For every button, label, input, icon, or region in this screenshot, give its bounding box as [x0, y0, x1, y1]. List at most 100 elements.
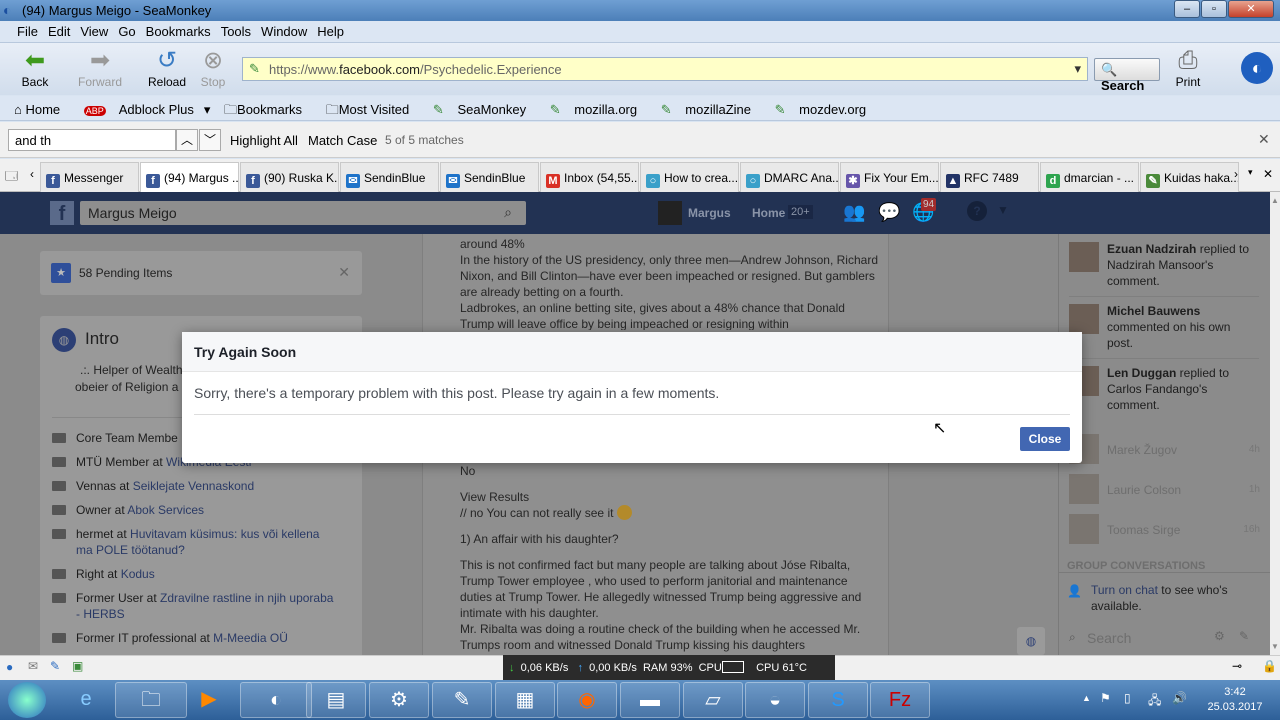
find-input[interactable]: and th [8, 129, 176, 151]
taskbar-filezilla-icon[interactable]: Fz [870, 682, 930, 718]
tab[interactable]: ✉ SendinBlue [340, 162, 439, 192]
print-button[interactable]: ⎙ Print [1165, 47, 1211, 89]
tab[interactable]: ○ How to crea... [640, 162, 739, 192]
taskbar-firefox-icon[interactable]: ◉ [557, 682, 617, 718]
find-previous-button[interactable]: ︿ [176, 129, 198, 151]
turn-on-chat-link[interactable]: Turn on chat [1091, 583, 1158, 597]
friend-requests-icon[interactable]: 👥 [843, 202, 865, 223]
reload-button[interactable]: ↺ Reload [144, 47, 190, 89]
taskbar-monitor-app-icon[interactable]: ▤ [306, 682, 366, 718]
home-link[interactable]: Home [752, 206, 785, 220]
mail-icon[interactable]: ✉ [28, 659, 38, 673]
taskbar-notepad-icon[interactable]: ✎ [432, 682, 492, 718]
forward-button[interactable]: ➡ Forward [77, 47, 123, 89]
volume-icon[interactable]: 🔊 [1172, 691, 1187, 705]
taskbar-browser-icon[interactable]: ◒ [745, 682, 805, 718]
chat-contact-name[interactable]: Laurie Colson [1107, 483, 1181, 497]
notification-avatar[interactable] [1069, 304, 1099, 334]
minimize-button[interactable]: – [1174, 0, 1200, 18]
tab[interactable]: ✱ Fix Your Em... [840, 162, 939, 192]
help-icon[interactable]: ? [967, 201, 987, 221]
profile-avatar[interactable] [658, 201, 682, 225]
notification-item[interactable]: Len Duggan replied to Carlos Fandango's … [1107, 365, 1257, 413]
scroll-tabs-right[interactable]: › [1234, 167, 1238, 181]
tab[interactable]: M Inbox (54,55... [540, 162, 639, 192]
url-bar[interactable]: ✎ https://www.facebook.com/Psychedelic.E… [242, 57, 1088, 81]
show-hidden-icons[interactable]: ▲ [1082, 693, 1091, 703]
clock[interactable]: 3:42 25.03.2017 [1205, 685, 1265, 715]
tab[interactable]: f Messenger [40, 162, 139, 192]
url-dropdown-icon[interactable]: ▾ [1074, 61, 1081, 77]
bookmark-home[interactable]: ⌂ Home [14, 102, 70, 117]
back-button[interactable]: ⬅ Back [12, 47, 58, 89]
pending-items-card[interactable]: ★ 58 Pending Items ✕ [40, 251, 362, 295]
chat-avatar[interactable] [1069, 474, 1099, 504]
close-tab-icon[interactable]: ✕ [1263, 167, 1273, 181]
bookmark-most-visited[interactable]: 🗀Most Visited [326, 102, 420, 117]
close-window-button[interactable]: ✕ [1228, 0, 1274, 18]
search-button[interactable]: 🔍 Search [1094, 58, 1160, 93]
profile-link[interactable]: Margus [688, 206, 731, 220]
bookmark-mozillazine[interactable]: ✎ mozillaZine [661, 102, 761, 117]
new-message-icon[interactable]: ✎ [1239, 629, 1249, 643]
scroll-tabs-left[interactable]: ‹ [30, 167, 34, 181]
stop-button[interactable]: ⊗ Stop [190, 47, 236, 89]
facebook-search-input[interactable]: Margus Meigo ⌕ [80, 201, 526, 225]
chat-search[interactable]: ⌕ Search ⚙ ✎ [1059, 623, 1270, 655]
bookmark-mozilla-org[interactable]: ✎ mozilla.org [550, 102, 647, 117]
account-menu-chevron-icon[interactable]: ▼ [997, 203, 1009, 217]
globe-button-icon[interactable]: ◍ [1017, 627, 1045, 655]
usb-icon[interactable]: ▯ [1124, 691, 1131, 705]
chat-avatar[interactable] [1069, 514, 1099, 544]
maximize-button[interactable]: ▫ [1201, 0, 1227, 18]
notification-item[interactable]: Michel Bauwens commented on his own post… [1107, 303, 1257, 351]
dismiss-icon[interactable]: ✕ [338, 264, 350, 281]
menu-edit[interactable]: Edit [43, 21, 75, 39]
tab[interactable]: ✉ SendinBlue [440, 162, 539, 192]
chat-contact-name[interactable]: Toomas Sirge [1107, 523, 1180, 537]
menu-go[interactable]: Go [113, 21, 140, 39]
taskbar-cmd-icon[interactable]: ▬ [620, 682, 680, 718]
all-tabs-dropdown[interactable]: ▾ [1248, 167, 1253, 178]
gear-icon[interactable]: ⚙ [1214, 629, 1225, 643]
online-plug-icon[interactable]: ⊸ [1232, 659, 1242, 673]
menu-help[interactable]: Help [312, 21, 349, 39]
taskbar-notes-icon[interactable]: ▱ [683, 682, 743, 718]
page-scrollbar[interactable]: ▲ ▼ [1270, 192, 1280, 655]
taskbar-media-player-icon[interactable]: ▶ [178, 682, 240, 718]
taskbar-calc-icon[interactable]: ▦ [495, 682, 555, 718]
match-case-button[interactable]: Match Case [308, 133, 377, 148]
tab[interactable]: ▲ RFC 7489 [940, 162, 1039, 192]
search-icon[interactable]: ⌕ [504, 204, 512, 221]
bookmark-adblock-plus[interactable]: ABP Adblock Plus ▾ [83, 102, 210, 117]
taskbar-ie-icon[interactable]: e [56, 682, 116, 718]
taskbar-explorer-icon[interactable]: 🗀 [115, 682, 187, 718]
bookmark-seamonkey[interactable]: ✎ SeaMonkey [433, 102, 536, 117]
chat-contact-name[interactable]: Marek Žugov [1107, 443, 1177, 457]
bookmark-bookmarks[interactable]: 🗀Bookmarks [224, 102, 312, 117]
tab[interactable]: ○ DMARC Ana... [740, 162, 839, 192]
menu-tools[interactable]: Tools [216, 21, 256, 39]
status-globe-icon[interactable]: ● [6, 660, 13, 674]
menu-view[interactable]: View [75, 21, 113, 39]
bookmark-mozdev[interactable]: ✎ mozdev.org [775, 102, 877, 117]
taskbar-skype-icon[interactable]: S [808, 682, 868, 718]
tab-list-icon[interactable]: 🗔 [5, 167, 18, 188]
composer-icon[interactable]: ✎ [50, 659, 60, 673]
find-next-button[interactable]: ﹀ [199, 129, 221, 151]
taskbar-seamonkey-icon[interactable]: ◐ [240, 682, 312, 718]
messenger-icon[interactable]: 💬 [878, 202, 900, 223]
chat-search-input[interactable]: Search [1087, 630, 1131, 646]
taskbar-settings-icon[interactable]: ⚙ [369, 682, 429, 718]
notification-avatar[interactable] [1069, 242, 1099, 272]
menu-file[interactable]: File [12, 21, 43, 39]
tab[interactable]: ✎ Kuidas haka... [1140, 162, 1239, 192]
tab[interactable]: d dmarcian - ... [1040, 162, 1139, 192]
close-button[interactable]: Close [1020, 427, 1070, 451]
tab[interactable]: f (94) Margus ... [140, 162, 239, 193]
work-place-link[interactable]: Seiklejate Vennaskond [133, 479, 254, 493]
tab[interactable]: f (90) Ruska K... [240, 162, 339, 192]
work-place-link[interactable]: M-Meedia OÜ [213, 631, 288, 645]
view-results-link[interactable]: View Results [460, 489, 880, 505]
work-place-link[interactable]: Kodus [121, 567, 155, 581]
